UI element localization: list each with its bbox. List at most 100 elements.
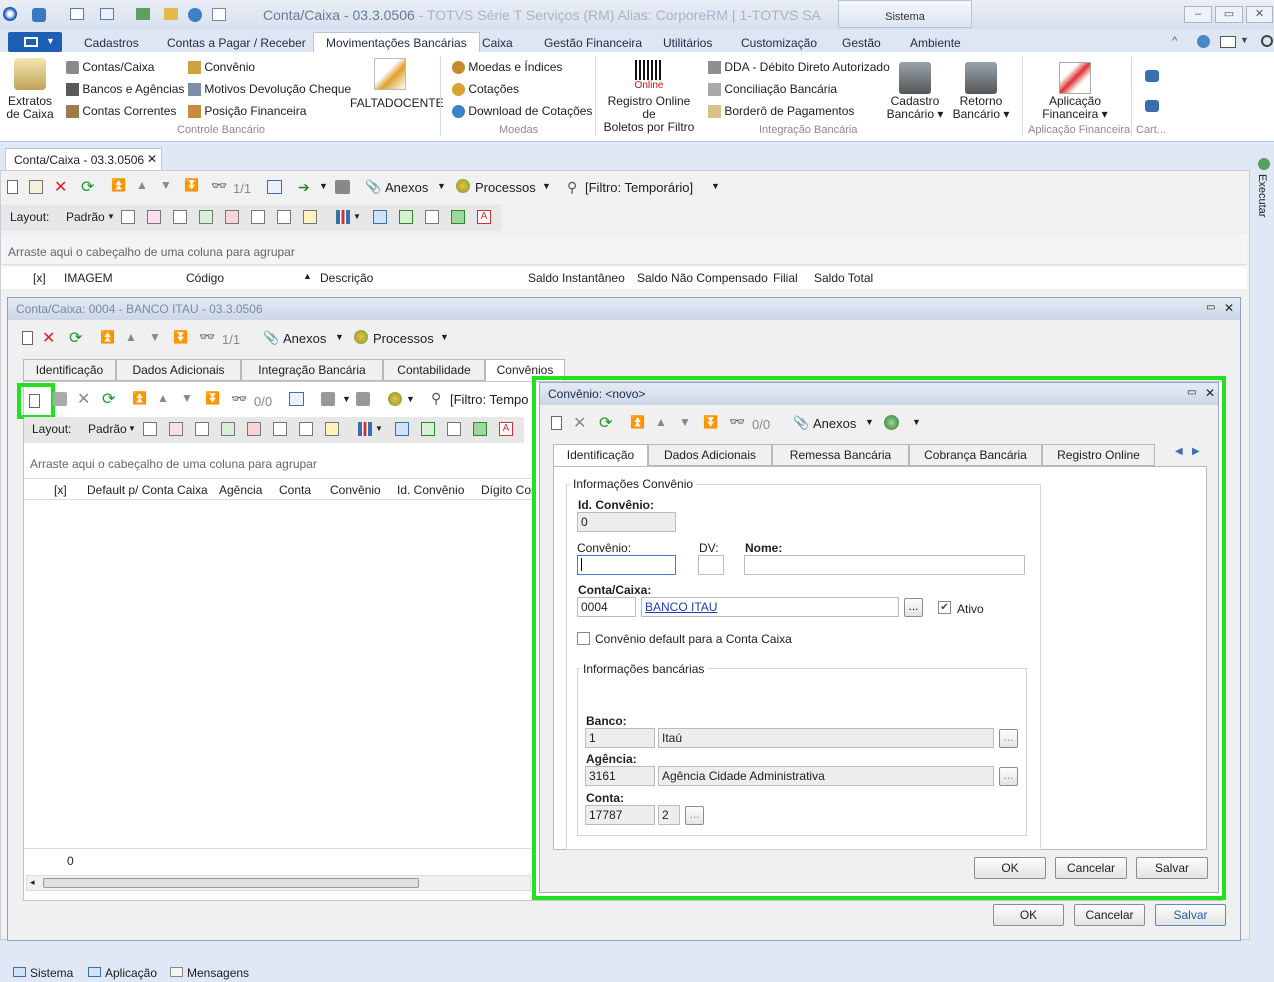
col-saldo-nao-compensado[interactable]: Saldo Não Compensado (637, 271, 768, 285)
conv-last-icon[interactable]: ⏬ (703, 415, 718, 429)
subcol-digito[interactable]: Dígito Conv (481, 483, 534, 497)
help-icon[interactable] (1261, 35, 1273, 47)
dlg-last-icon[interactable]: ⏬ (173, 330, 188, 344)
dialog-restore-icon[interactable]: ▭ (1206, 302, 1215, 313)
ribbon-download-cotacoes[interactable]: Download de Cotações (452, 104, 592, 119)
scroll-thumb[interactable] (43, 878, 419, 888)
conv-tab-cobranca-bancaria[interactable]: Cobrança Bancária (909, 444, 1042, 466)
subcol-id-convenio[interactable]: Id. Convênio (397, 483, 464, 497)
menu-gestao-financeira[interactable]: Gestão Financeira (544, 36, 642, 50)
tab-identificacao[interactable]: Identificação (23, 359, 116, 381)
card-settings-icon[interactable] (1145, 100, 1159, 112)
menu-cadastros[interactable]: Cadastros (84, 36, 139, 50)
card-icon[interactable] (1145, 70, 1159, 82)
sub-layout-save-icon[interactable] (143, 422, 157, 436)
sub-print-icon[interactable] (356, 392, 370, 406)
subcol-conta[interactable]: Conta (279, 483, 311, 497)
faltadocente-button[interactable]: FALTADOCENTE (350, 58, 444, 112)
conv-anexos-dropdown-icon[interactable]: ▼ (865, 417, 874, 427)
filter-dropdown-icon[interactable]: ▼ (711, 181, 720, 191)
subcol-agencia[interactable]: Agência (219, 483, 262, 497)
sub-view-card-icon[interactable] (473, 422, 487, 436)
dlg-delete-icon[interactable]: ✕ (42, 328, 55, 348)
dlg-anexos-dropdown-icon[interactable]: ▼ (335, 332, 344, 342)
tab-scroll-right-icon[interactable]: ▶ (1192, 446, 1200, 457)
filter-button[interactable]: [Filtro: Temporário] (585, 180, 693, 195)
conv-close-icon[interactable]: ✕ (1205, 386, 1215, 400)
status-sistema[interactable]: Sistema (30, 966, 73, 980)
conv-globe-dropdown-icon[interactable]: ▼ (912, 417, 921, 427)
dialog-close-icon[interactable]: ✕ (1224, 301, 1234, 315)
nome-input[interactable] (744, 555, 1025, 575)
sub-layout-format-icon[interactable] (325, 422, 339, 436)
menu-movimentacoes-bancarias[interactable]: Movimentações Bancárias (313, 32, 480, 54)
ribbon-conciliacao[interactable]: Conciliação Bancária (708, 82, 837, 97)
conv-ok-button[interactable]: OK (974, 857, 1046, 879)
sub-filter-icon[interactable]: ⚲ (431, 390, 441, 407)
col-saldo-instantaneo[interactable]: Saldo Instantâneo (528, 271, 625, 285)
sub-filter-button[interactable]: [Filtro: Tempo (450, 392, 529, 407)
menu-utilitarios[interactable]: Utilitários (663, 36, 712, 50)
minimize-button[interactable]: – (1184, 6, 1212, 23)
agencia-lookup-button[interactable]: ... (999, 767, 1018, 786)
conv-next-icon[interactable]: ▼ (679, 415, 691, 429)
layout-columns-icon[interactable] (173, 210, 187, 224)
executar-side-pane[interactable]: Executar (1254, 150, 1274, 960)
chart-icon[interactable] (336, 210, 350, 224)
new-record-icon[interactable] (7, 180, 18, 194)
group-by-area[interactable]: Arraste aqui o cabeçalho de uma coluna p… (1, 235, 1247, 265)
quick-access-window-icon[interactable] (70, 8, 84, 20)
dlg-anexos-button[interactable]: Anexos (283, 331, 326, 346)
export-icon[interactable]: ➔ (298, 179, 310, 196)
status-mensagens[interactable]: Mensagens (187, 966, 249, 980)
ribbon-contas-caixa[interactable]: Contas/Caixa (66, 60, 154, 75)
ribbon-dda[interactable]: DDA - Débito Direto Autorizado (708, 60, 890, 75)
sub-layout-export-icon[interactable] (247, 422, 261, 436)
sub-search-icon[interactable]: 👓 (231, 391, 247, 407)
processos-button[interactable]: Processos (475, 180, 536, 195)
conv-tab-registro-online[interactable]: Registro Online (1042, 444, 1155, 466)
sub-group-hint[interactable]: Arraste aqui o cabeçalho de uma coluna p… (30, 457, 317, 471)
sub-layout-import-icon[interactable] (221, 422, 235, 436)
conv-tab-identificacao[interactable]: Identificação (553, 444, 648, 467)
collapse-ribbon-icon[interactable]: ^ (1172, 35, 1177, 47)
sub-next-icon[interactable]: ▼ (181, 391, 193, 405)
sub-export-icon[interactable] (321, 392, 335, 406)
view-form-icon[interactable] (425, 210, 439, 224)
col-imagem[interactable]: IMAGEM (64, 271, 113, 285)
document-tab-conta-caixa[interactable]: Conta/Caixa - 03.3.0506 ✕ (5, 148, 162, 170)
conv-tab-dados-adicionais[interactable]: Dados Adicionais (648, 444, 772, 466)
default-convenio-checkbox[interactable] (577, 632, 590, 645)
last-record-icon[interactable]: ⏬ (184, 178, 199, 192)
banco-lookup-button[interactable]: ... (999, 729, 1018, 748)
sub-view-form-icon[interactable] (447, 422, 461, 436)
sub-layout-sum-icon[interactable] (299, 422, 313, 436)
subcol-default[interactable]: Default p/ Conta Caixa (87, 483, 208, 497)
conta-lookup-button[interactable]: ... (685, 806, 704, 825)
conv-attachments-icon[interactable]: 📎 (793, 415, 809, 431)
subcol-select[interactable]: [x] (54, 483, 67, 497)
sub-view-detail-icon[interactable] (421, 422, 435, 436)
ativo-checkbox[interactable]: ✔ (938, 601, 951, 614)
layout-options-dropdown-icon[interactable]: ▼ (1240, 35, 1249, 45)
attachments-icon[interactable]: 📎 (365, 179, 381, 195)
col-filial[interactable]: Filial (773, 271, 798, 285)
close-tab-icon[interactable]: ✕ (147, 152, 157, 166)
sub-view-grid-icon[interactable] (395, 422, 409, 436)
dlg-search-icon[interactable]: 👓 (199, 329, 215, 345)
tab-contabilidade[interactable]: Contabilidade (383, 359, 485, 381)
sub-pdf-icon[interactable]: A (499, 422, 513, 436)
edit-convenio-icon[interactable] (53, 392, 67, 406)
ribbon-contas-correntes[interactable]: Contas Correntes (66, 104, 176, 119)
conv-salvar-button[interactable]: Salvar (1136, 857, 1208, 879)
refresh-icon[interactable]: ⟳ (81, 177, 94, 197)
next-record-icon[interactable]: ▼ (160, 178, 172, 192)
conv-search-icon[interactable]: 👓 (729, 414, 745, 430)
layout-options-icon[interactable] (1220, 36, 1236, 48)
print-icon[interactable] (335, 180, 350, 194)
previous-record-icon[interactable]: ▲ (136, 178, 148, 192)
sub-chart-icon[interactable] (358, 422, 372, 436)
sub-calendar-icon[interactable] (289, 392, 304, 406)
extratos-de-caixa-button[interactable]: Extratos de Caixa (6, 58, 54, 122)
scroll-left-icon[interactable]: ◂ (30, 877, 35, 888)
